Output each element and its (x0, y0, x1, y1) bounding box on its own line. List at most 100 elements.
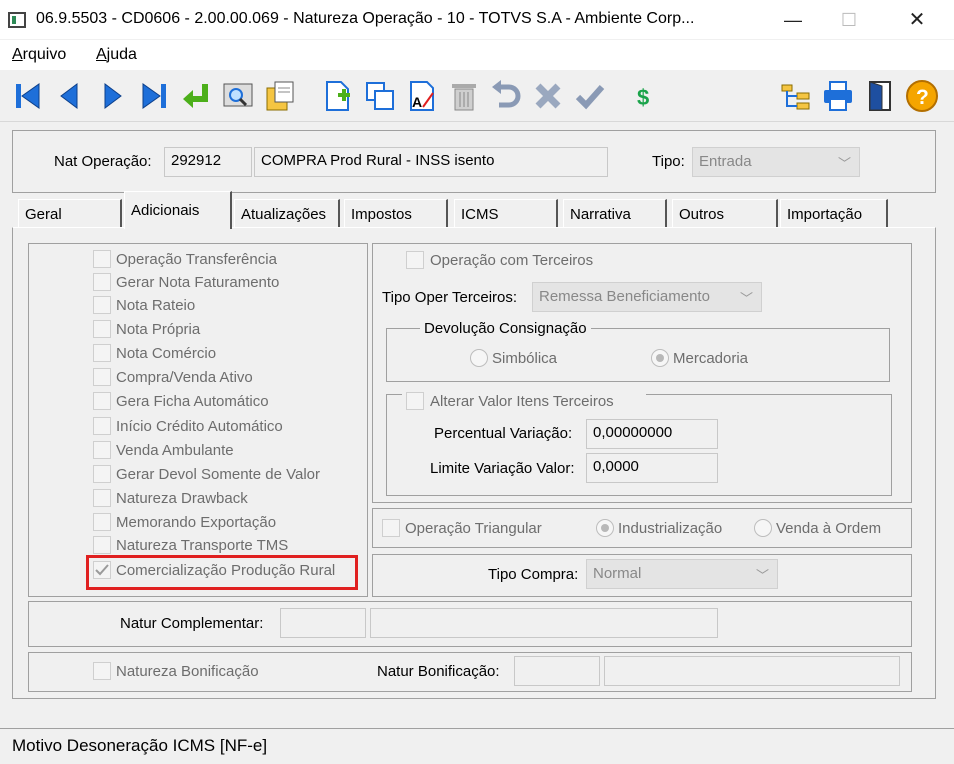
tipo-oper-terceiros-label: Tipo Oper Terceiros: (382, 289, 518, 306)
natur-complementar-label: Natur Complementar: (120, 615, 264, 632)
simbolica-label: Simbólica (492, 350, 558, 367)
help-icon[interactable]: ? (904, 78, 940, 114)
check-2-checkbox[interactable] (93, 273, 111, 291)
natureza-bonificacao-checkbox[interactable] (93, 662, 111, 680)
nat-code-field[interactable]: 292912 (164, 147, 252, 177)
industrializacao-label: Industrialização (618, 520, 723, 537)
document-edit-icon[interactable] (262, 78, 298, 114)
dollar-icon[interactable]: $ (626, 78, 662, 114)
check-12-checkbox[interactable] (93, 513, 111, 531)
tab-geral[interactable]: Geral (18, 199, 122, 227)
maximize-button[interactable]: ☐ (826, 0, 872, 40)
check-7-checkbox[interactable] (93, 392, 111, 410)
minimize-button[interactable]: — (770, 0, 816, 40)
enter-icon[interactable] (178, 78, 214, 114)
check-1-checkbox[interactable] (93, 250, 111, 268)
exit-door-icon[interactable] (862, 78, 898, 114)
chevron-down-icon: ﹀ (755, 568, 769, 583)
operacao-triangular-checkbox[interactable] (382, 519, 400, 537)
tipo-select[interactable]: Entrada ﹀ (692, 147, 860, 177)
tab-narrativa[interactable]: Narrativa (563, 199, 667, 227)
cancel-icon[interactable] (530, 78, 566, 114)
mercadoria-label: Mercadoria (673, 350, 749, 367)
operacao-terceiros-label: Operação com Terceiros (430, 252, 594, 269)
check-13-label: Natureza Transporte TMS (116, 537, 289, 554)
tree-structure-icon[interactable] (778, 78, 814, 114)
trash-icon[interactable] (446, 78, 482, 114)
check-4-checkbox[interactable] (93, 320, 111, 338)
natur-complementar-code-field[interactable] (280, 608, 366, 638)
first-record-icon[interactable] (10, 78, 46, 114)
last-record-icon[interactable] (136, 78, 172, 114)
simbolica-radio[interactable] (470, 349, 488, 367)
nat-description-field[interactable]: COMPRA Prod Rural - INSS isento (254, 147, 608, 177)
alterar-valor-label: Alterar Valor Itens Terceiros (430, 393, 614, 410)
limite-field[interactable]: 0,0000 (586, 453, 718, 483)
check-11-checkbox[interactable] (93, 489, 111, 507)
confirm-icon[interactable] (572, 78, 608, 114)
search-icon[interactable] (220, 78, 256, 114)
percentual-field[interactable]: 0,00000000 (586, 419, 718, 449)
copy-icon[interactable] (362, 78, 398, 114)
undo-icon[interactable] (488, 78, 524, 114)
tipo-compra-value: Normal (593, 565, 642, 582)
check-6-label: Compra/Venda Ativo (116, 369, 253, 386)
tab-icms[interactable]: ICMS (454, 199, 558, 227)
printer-icon[interactable] (820, 78, 856, 114)
check-9-checkbox[interactable] (93, 441, 111, 459)
svg-text:A: A (412, 94, 422, 110)
edit-text-icon[interactable]: A (404, 78, 440, 114)
next-record-icon[interactable] (94, 78, 130, 114)
check-3-checkbox[interactable] (93, 296, 111, 314)
tab-impostos[interactable]: Impostos (344, 199, 448, 227)
check-13-checkbox[interactable] (93, 536, 111, 554)
check-3-label: Nota Rateio (116, 297, 196, 314)
tipo-label: Tipo: (652, 153, 685, 170)
check-4-label: Nota Própria (116, 321, 201, 338)
status-text: Motivo Desoneração ICMS [NF-e] (12, 736, 268, 755)
tab-adicionais[interactable]: Adicionais (124, 191, 232, 229)
tipo-compra-label: Tipo Compra: (488, 566, 579, 583)
check-1-label: Operação Transferência (116, 251, 277, 268)
natur-bonificacao-code-field[interactable] (514, 656, 600, 686)
check-9-label: Venda Ambulante (116, 442, 234, 459)
venda-ordem-label: Venda à Ordem (776, 520, 882, 537)
check-10-label: Gerar Devol Somente de Valor (116, 466, 320, 483)
tipo-compra-select[interactable]: Normal ﹀ (586, 559, 778, 589)
check-7-label: Gera Ficha Automático (116, 393, 269, 410)
check-5-label: Nota Comércio (116, 345, 217, 362)
check-6-checkbox[interactable] (93, 368, 111, 386)
toolbar: A $ ? (0, 70, 954, 122)
mercadoria-radio[interactable] (651, 349, 669, 367)
check-2-label: Gerar Nota Faturamento (116, 274, 280, 291)
check-8-checkbox[interactable] (93, 417, 111, 435)
menu-ajuda[interactable]: Ajuda (96, 46, 137, 64)
svg-text:$: $ (637, 85, 649, 110)
menu-bar: Arquivo Ajuda (0, 40, 954, 70)
check-10-checkbox[interactable] (93, 465, 111, 483)
check-5-checkbox[interactable] (93, 344, 111, 362)
alterar-valor-checkbox[interactable] (406, 392, 424, 410)
chevron-down-icon: ﹀ (739, 291, 753, 306)
title-bar: 06.9.5503 - CD0606 - 2.00.00.069 - Natur… (0, 0, 954, 40)
close-button[interactable]: ✕ (894, 0, 940, 40)
tab-atualizacoes[interactable]: Atualizações (234, 199, 340, 227)
svg-text:?: ? (916, 86, 929, 109)
highlight-box (86, 555, 358, 590)
previous-record-icon[interactable] (52, 78, 88, 114)
new-document-icon[interactable] (320, 78, 356, 114)
natur-bonificacao-desc-field[interactable] (604, 656, 900, 686)
app-icon (8, 12, 26, 28)
status-bar: Motivo Desoneração ICMS [NF-e] (0, 728, 954, 764)
tipo-oper-terceiros-value: Remessa Beneficiamento (539, 288, 710, 305)
industrializacao-radio[interactable] (596, 519, 614, 537)
tab-importacao[interactable]: Importação (780, 199, 888, 227)
operacao-terceiros-checkbox[interactable] (406, 251, 424, 269)
window-title: 06.9.5503 - CD0606 - 2.00.00.069 - Natur… (36, 10, 695, 27)
check-11-label: Natureza Drawback (116, 490, 248, 507)
tipo-oper-terceiros-select[interactable]: Remessa Beneficiamento ﹀ (532, 282, 762, 312)
menu-arquivo[interactable]: Arquivo (12, 46, 66, 64)
natur-complementar-desc-field[interactable] (370, 608, 718, 638)
venda-ordem-radio[interactable] (754, 519, 772, 537)
tab-outros[interactable]: Outros (672, 199, 778, 227)
